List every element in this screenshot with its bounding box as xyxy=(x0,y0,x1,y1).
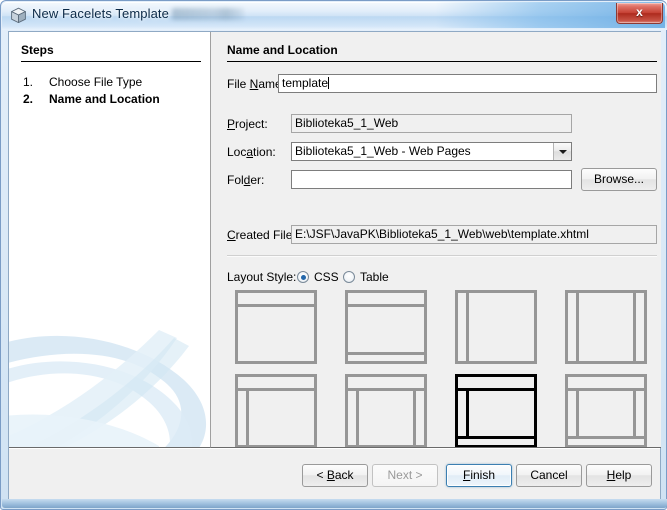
layout-preview-icon xyxy=(345,290,427,364)
folder-input[interactable] xyxy=(291,170,572,189)
step-item-1[interactable]: 1. Choose File Type xyxy=(23,75,142,89)
browse-button[interactable]: Browse... xyxy=(581,168,657,191)
layout-preview-icon xyxy=(235,290,317,364)
title-ghost-text xyxy=(172,8,244,20)
section-divider xyxy=(227,255,657,257)
steps-heading: Steps xyxy=(21,43,54,57)
btn-mnemonic: N xyxy=(387,468,397,482)
close-icon[interactable]: x xyxy=(616,3,663,24)
help-button[interactable]: Help xyxy=(586,464,652,487)
location-combobox[interactable]: Biblioteka5_1_Web - Web Pages xyxy=(291,142,572,161)
btn-part: ext > xyxy=(396,468,423,482)
project-label: Project: xyxy=(227,117,268,131)
back-button[interactable]: < Back xyxy=(302,464,368,487)
label-part: Fol xyxy=(227,173,244,187)
btn-part: elp xyxy=(615,468,632,482)
radio-label: Table xyxy=(360,270,389,284)
window-title: New Facelets Template xyxy=(32,6,169,21)
page-title: Name and Location xyxy=(227,43,338,57)
page-title-divider xyxy=(227,61,657,62)
steps-panel: Steps 1. Choose File Type 2. Name and Loca… xyxy=(9,32,211,448)
step-label: Choose File Type xyxy=(49,75,143,89)
window-bottom-edge xyxy=(2,499,667,508)
step-item-2[interactable]: 2. Name and Location xyxy=(23,92,160,106)
label-part: Loc xyxy=(227,145,247,159)
layout-preview-icon xyxy=(565,290,647,364)
finish-button[interactable]: Finish xyxy=(446,464,512,487)
cancel-button[interactable]: Cancel xyxy=(516,464,582,487)
radio-indicator xyxy=(297,271,309,283)
radio-layout-style-table[interactable]: Table xyxy=(343,270,389,284)
radio-label: CSS xyxy=(314,270,339,284)
next-button: Next > xyxy=(372,464,438,487)
decorative-swoosh-graphic xyxy=(9,330,206,447)
location-label: Location: xyxy=(227,145,276,159)
layout-thumbnail-header-content-footer[interactable] xyxy=(345,290,427,364)
btn-part: < xyxy=(316,468,327,482)
steps-divider xyxy=(21,61,201,62)
btn-part: inish xyxy=(470,468,496,482)
step-number: 2. xyxy=(23,92,34,106)
layout-thumbnail-left-content[interactable] xyxy=(455,290,537,364)
file-name-label: File Name: xyxy=(227,77,285,91)
step-number: 1. xyxy=(23,75,34,89)
btn-part: Cancel xyxy=(530,468,568,482)
layout-thumbnail-header-content[interactable] xyxy=(235,290,317,364)
label-mnemonic: P xyxy=(227,117,236,131)
layout-preview-icon xyxy=(565,374,647,447)
btn-part: ack xyxy=(334,468,354,482)
main-panel: Name and Location File Name: template Pr… xyxy=(211,32,661,448)
label-part: er: xyxy=(250,173,265,187)
layout-thumbnail-header-left-content-footer[interactable] xyxy=(455,374,537,447)
label-mnemonic: C xyxy=(227,228,236,242)
file-name-input[interactable]: template xyxy=(278,74,657,93)
label-part: roject: xyxy=(235,117,268,131)
radio-layout-style-css[interactable]: CSS xyxy=(297,270,339,284)
layout-thumbnail-header-left-content-right-footer[interactable] xyxy=(565,374,647,447)
project-field: Biblioteka5_1_Web xyxy=(291,114,572,133)
layout-preview-icon xyxy=(455,290,537,364)
layout-thumbnail-grid xyxy=(235,290,653,447)
layout-preview-icon xyxy=(235,374,317,447)
created-file-field: E:\JSF\JavaPK\Biblioteka5_1_Web\web\temp… xyxy=(291,225,657,244)
label-part: reated File: xyxy=(235,228,296,242)
dialog-window: New Facelets Template x Steps 1. Choose F… xyxy=(0,0,667,510)
chevron-down-icon[interactable] xyxy=(553,143,571,160)
step-label: Name and Location xyxy=(49,92,160,106)
folder-label: Folder: xyxy=(227,173,264,187)
dialog-button-bar: < Back Next > Finish Cancel Help xyxy=(9,448,660,500)
btn-mnemonic: B xyxy=(326,468,335,482)
layout-style-label: Layout Style: xyxy=(227,270,297,284)
layout-preview-icon xyxy=(455,374,537,447)
label-part: File xyxy=(227,77,250,91)
location-selected-value: Biblioteka5_1_Web - Web Pages xyxy=(295,144,471,158)
layout-thumbnail-header-left-content-right[interactable] xyxy=(345,374,427,447)
created-file-label: Created File: xyxy=(227,228,296,242)
label-part: tion: xyxy=(253,145,276,159)
dialog-client-area: Steps 1. Choose File Type 2. Name and Loca… xyxy=(8,31,661,500)
cube-icon xyxy=(11,7,26,24)
radio-indicator xyxy=(343,271,355,283)
text-caret xyxy=(328,77,330,89)
layout-preview-icon xyxy=(345,374,427,447)
layout-thumbnail-left-content-right[interactable] xyxy=(565,290,647,364)
file-name-value: template xyxy=(282,76,329,90)
layout-thumbnail-header-left-content[interactable] xyxy=(235,374,317,447)
title-bar[interactable]: New Facelets Template x xyxy=(1,1,667,31)
